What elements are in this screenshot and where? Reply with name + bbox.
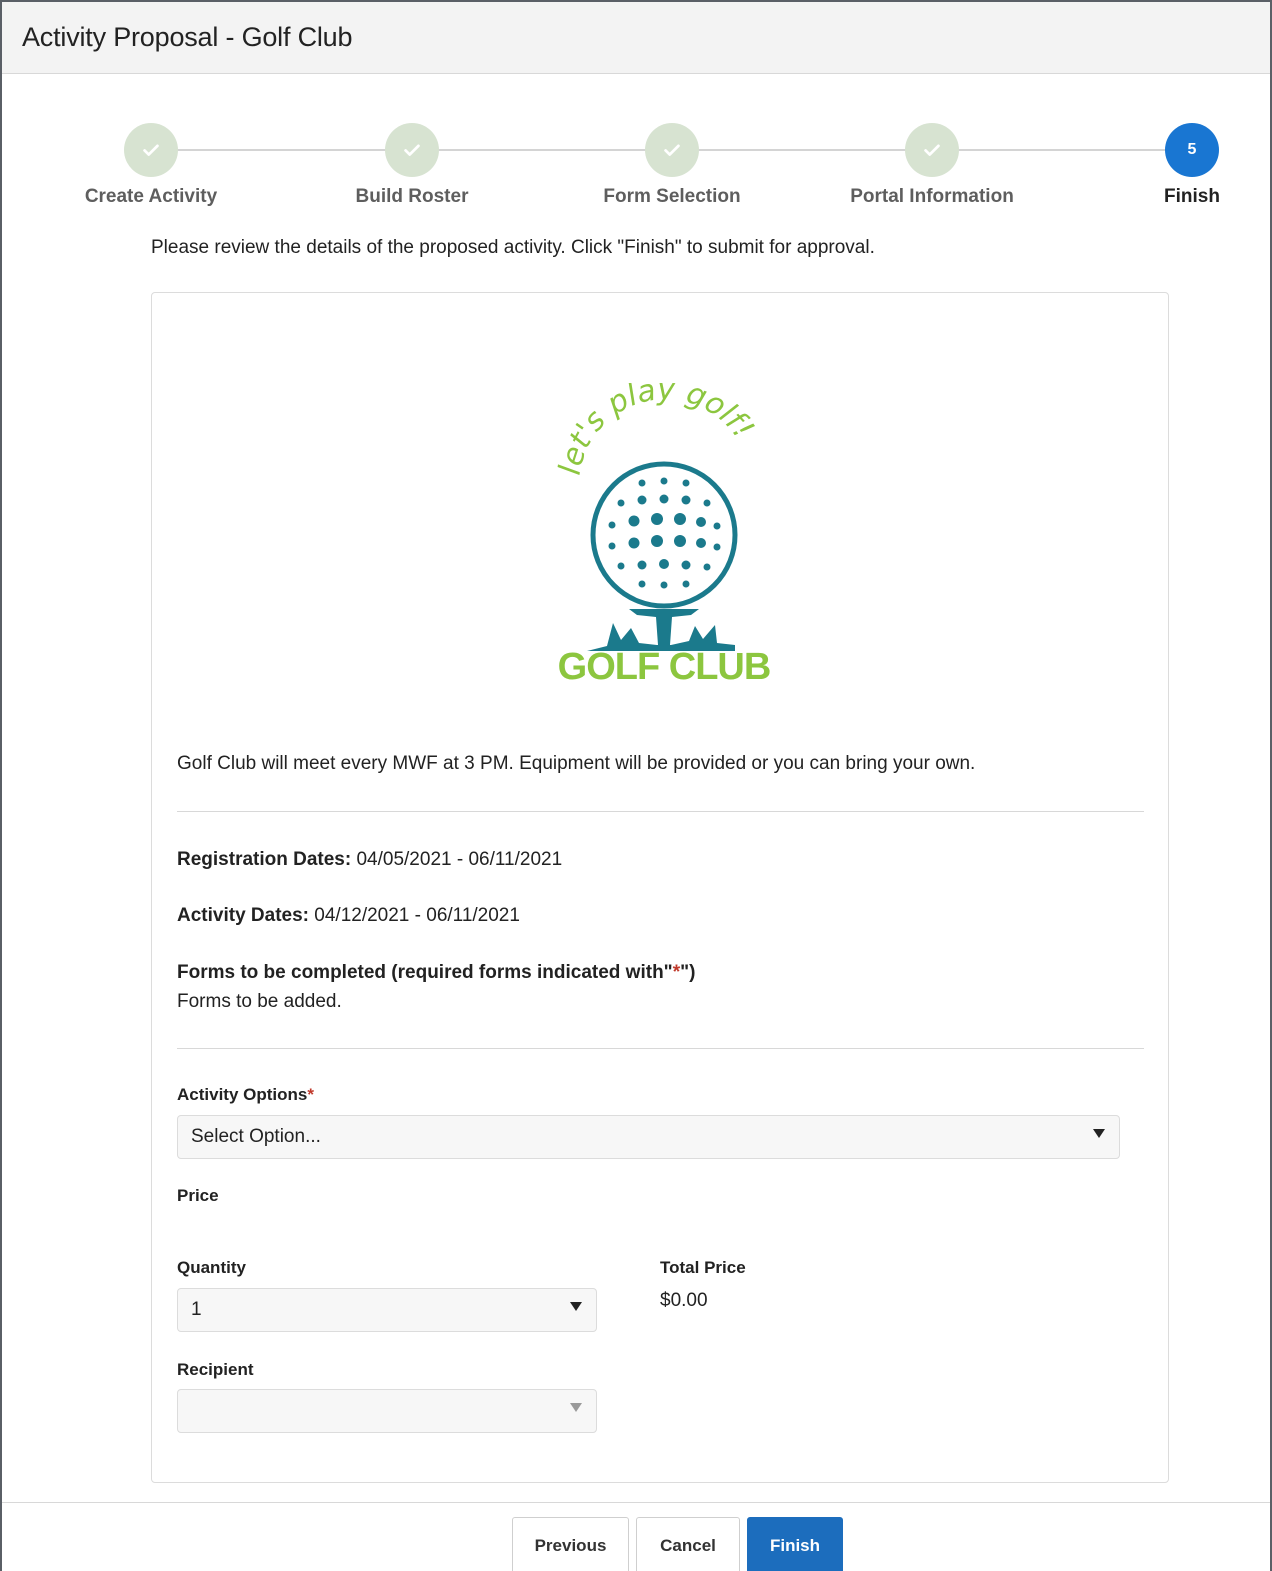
wizard-stepper: Create Activity Build Roster Form Select… bbox=[0, 120, 1272, 220]
recipient-select[interactable] bbox=[177, 1389, 597, 1433]
step-build-roster[interactable]: Build Roster bbox=[312, 120, 512, 208]
step-label: Form Selection bbox=[603, 186, 741, 207]
page-title: Activity Proposal - Golf Club bbox=[22, 22, 353, 52]
total-price-label: Total Price bbox=[660, 1258, 746, 1277]
divider bbox=[177, 1048, 1144, 1049]
forms-note: Forms to be added. bbox=[177, 991, 342, 1012]
activity-options-value: Select Option... bbox=[191, 1126, 321, 1147]
activity-dates-label: Activity Dates: bbox=[177, 905, 309, 926]
page-header: Activity Proposal - Golf Club bbox=[2, 2, 1270, 74]
step-finish[interactable]: 5 Finish bbox=[1092, 120, 1272, 208]
registration-dates: Registration Dates: 04/05/2021 - 06/11/2… bbox=[177, 849, 562, 871]
step-complete-badge bbox=[905, 123, 959, 177]
activity-options-label: Activity Options* bbox=[177, 1085, 314, 1104]
forms-heading-end: ") bbox=[680, 962, 696, 983]
check-icon bbox=[143, 144, 159, 156]
wizard-footer: Previous Cancel Finish bbox=[2, 1502, 1270, 1571]
activity-options-select[interactable]: Select Option... bbox=[177, 1115, 1120, 1159]
caret-down-icon bbox=[570, 1302, 582, 1311]
step-complete-badge bbox=[645, 123, 699, 177]
recipient-label: Recipient bbox=[177, 1360, 254, 1379]
activity-dates-value: 04/12/2021 - 06/11/2021 bbox=[314, 905, 520, 926]
caret-down-icon bbox=[1093, 1129, 1105, 1138]
golf-club-logo: let's play golf! GOLF CLUB bbox=[557, 383, 771, 683]
step-number-badge: 5 bbox=[1165, 123, 1219, 177]
activity-description: Golf Club will meet every MWF at 3 PM. E… bbox=[177, 753, 976, 774]
check-icon bbox=[924, 144, 940, 156]
registration-dates-value: 04/05/2021 - 06/11/2021 bbox=[356, 849, 563, 870]
step-portal-information[interactable]: Portal Information bbox=[832, 120, 1032, 208]
step-label: Finish bbox=[1164, 186, 1220, 207]
quantity-select[interactable]: 1 bbox=[177, 1288, 597, 1332]
forms-heading-text: Forms to be completed (required forms in… bbox=[177, 962, 673, 983]
required-marker: * bbox=[672, 962, 681, 983]
activity-review-card: let's play golf! GOLF CLUB Golf Club wil… bbox=[151, 292, 1169, 1483]
finish-button[interactable]: Finish bbox=[747, 1517, 843, 1571]
step-label: Create Activity bbox=[84, 186, 218, 207]
instructions-text: Please review the details of the propose… bbox=[151, 237, 875, 258]
step-complete-badge bbox=[385, 123, 439, 177]
caret-down-icon bbox=[570, 1403, 582, 1412]
previous-button[interactable]: Previous bbox=[512, 1517, 629, 1571]
required-marker: * bbox=[307, 1085, 314, 1104]
divider bbox=[177, 811, 1144, 812]
check-icon bbox=[404, 144, 420, 156]
step-create-activity[interactable]: Create Activity bbox=[51, 120, 251, 208]
price-label: Price bbox=[177, 1186, 219, 1205]
step-complete-badge bbox=[124, 123, 178, 177]
cancel-button[interactable]: Cancel bbox=[636, 1517, 740, 1571]
registration-dates-label: Registration Dates: bbox=[177, 849, 352, 870]
quantity-label: Quantity bbox=[177, 1258, 246, 1277]
step-form-selection[interactable]: Form Selection bbox=[572, 120, 772, 208]
forms-heading: Forms to be completed (required forms in… bbox=[177, 962, 695, 984]
quantity-value: 1 bbox=[191, 1299, 202, 1320]
step-label: Portal Information bbox=[850, 186, 1014, 207]
total-price-value: $0.00 bbox=[660, 1290, 708, 1311]
step-label: Build Roster bbox=[355, 186, 469, 207]
check-icon bbox=[664, 144, 680, 156]
golf-tee-icon bbox=[629, 609, 699, 645]
activity-dates: Activity Dates: 04/12/2021 - 06/11/2021 bbox=[177, 905, 520, 927]
logo-name: GOLF CLUB bbox=[558, 646, 771, 683]
